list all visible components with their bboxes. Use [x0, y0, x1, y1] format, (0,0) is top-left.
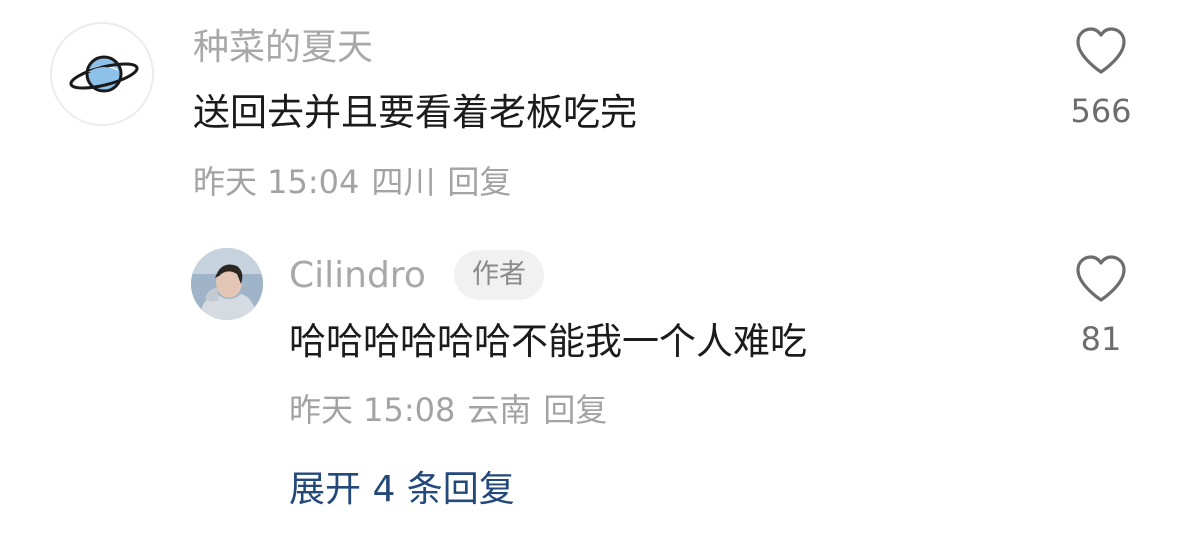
commenter-name[interactable]: 种菜的夏天 [193, 28, 373, 68]
expand-replies-link[interactable]: 展开 4 条回复 [289, 470, 515, 510]
comment-like[interactable]: 566 [1056, 26, 1146, 129]
reply-button[interactable]: 回复 [543, 391, 607, 429]
author-badge: 作者 [454, 250, 544, 300]
commenter-avatar[interactable] [50, 22, 154, 126]
author-avatar[interactable] [191, 248, 263, 320]
user-photo [191, 248, 263, 320]
heart-icon[interactable] [1074, 254, 1128, 304]
reply-text: 哈哈哈哈哈哈不能我一个人难吃 [289, 320, 807, 363]
reply-button[interactable]: 回复 [447, 163, 511, 201]
heart-icon[interactable] [1074, 26, 1128, 76]
comment-location: 四川 [371, 163, 436, 201]
comment-meta: 昨天 15:04 四川 回复 [193, 164, 511, 200]
comment-time: 昨天 15:04 [193, 163, 360, 201]
author-name[interactable]: Cilindro [289, 256, 426, 296]
reply-time: 昨天 15:08 [289, 391, 456, 429]
like-count: 81 [1080, 320, 1122, 358]
planet-icon [69, 55, 139, 93]
comment-text: 送回去并且要看着老板吃完 [193, 91, 637, 134]
reply-location: 云南 [467, 391, 532, 429]
like-count: 566 [1070, 92, 1132, 130]
reply-meta: 昨天 15:08 云南 回复 [289, 392, 607, 428]
reply-like[interactable]: 81 [1056, 254, 1146, 357]
